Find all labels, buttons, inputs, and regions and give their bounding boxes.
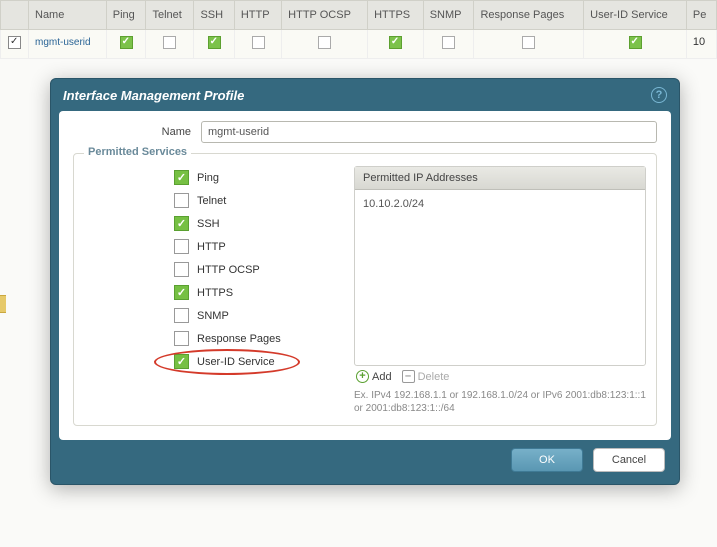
row-name-link[interactable]: mgmt-userid [35,37,91,48]
service-row-response_pages: Response Pages [174,331,344,346]
service-label-http_ocsp: HTTP OCSP [197,264,260,276]
cell-https [389,36,402,49]
service-label-ping: Ping [197,172,219,184]
col-response[interactable]: Response Pages [474,1,584,30]
cell-ping [120,36,133,49]
service-label-ssh: SSH [197,218,220,230]
ok-button[interactable]: OK [511,448,583,472]
col-https[interactable]: HTTPS [368,1,424,30]
ip-column: Permitted IP Addresses 10.10.2.0/24 + Ad… [354,166,646,415]
add-icon: + [356,370,369,383]
service-label-http: HTTP [197,241,226,253]
ip-list-body[interactable]: 10.10.2.0/24 [355,190,645,365]
col-ssh[interactable]: SSH [194,1,234,30]
table-header-row: Name Ping Telnet SSH HTTP HTTP OCSP HTTP… [1,1,717,30]
col-httpocsp[interactable]: HTTP OCSP [282,1,368,30]
service-row-snmp: SNMP [174,308,344,323]
add-ip-button[interactable]: + Add [356,370,392,383]
name-input[interactable] [201,121,657,143]
service-checkbox-snmp[interactable] [174,308,189,323]
help-icon[interactable]: ? [651,87,667,103]
dialog-header: Interface Management Profile ? [51,79,679,111]
delete-icon: – [402,370,415,383]
interface-management-profile-dialog: Interface Management Profile ? Name Perm… [50,78,680,485]
services-column: Ping Telnet SSH HTTP HTTP OCSP HTTPS SNMP Respo… [84,166,344,415]
name-label: Name [73,126,201,138]
service-row-telnet: Telnet [174,193,344,208]
left-edge-marker [0,295,6,313]
cell-httpocsp [318,36,331,49]
service-checkbox-ping[interactable] [174,170,189,185]
cell-http [252,36,265,49]
service-label-https: HTTPS [197,287,233,299]
service-checkbox-http_ocsp[interactable] [174,262,189,277]
service-checkbox-http[interactable] [174,239,189,254]
dialog-title: Interface Management Profile [63,88,244,103]
service-row-userid_service: User-ID Service [174,354,344,369]
col-name[interactable]: Name [29,1,107,30]
cell-response [522,36,535,49]
cell-telnet [163,36,176,49]
col-snmp[interactable]: SNMP [423,1,474,30]
delete-label: Delete [418,371,450,383]
cell-snmp [442,36,455,49]
delete-ip-button[interactable]: – Delete [402,370,450,383]
cancel-button[interactable]: Cancel [593,448,665,472]
row-select-checkbox[interactable] [8,36,21,49]
col-http[interactable]: HTTP [234,1,281,30]
service-row-http_ocsp: HTTP OCSP [174,262,344,277]
add-label: Add [372,371,392,383]
service-checkbox-response_pages[interactable] [174,331,189,346]
cell-userid [629,36,642,49]
permitted-ip-list[interactable]: Permitted IP Addresses 10.10.2.0/24 [354,166,646,366]
ip-hint-text: Ex. IPv4 192.168.1.1 or 192.168.1.0/24 o… [354,389,646,415]
permitted-services-fieldset: Permitted Services PingTelnetSSHHTTPHTTP… [73,153,657,426]
service-checkbox-telnet[interactable] [174,193,189,208]
fieldset-legend: Permitted Services [84,146,191,158]
service-checkbox-https[interactable] [174,285,189,300]
ip-list-header: Permitted IP Addresses [355,167,645,190]
table-row[interactable]: mgmt-userid 10 [1,30,717,59]
col-telnet[interactable]: Telnet [146,1,194,30]
service-checkbox-userid_service[interactable] [174,354,189,369]
cell-trail: 10 [686,30,716,59]
service-row-http: HTTP [174,239,344,254]
service-label-snmp: SNMP [197,310,229,322]
service-row-https: HTTPS [174,285,344,300]
service-checkbox-ssh[interactable] [174,216,189,231]
col-userid[interactable]: User-ID Service [584,1,687,30]
cell-ssh [208,36,221,49]
profiles-table: Name Ping Telnet SSH HTTP HTTP OCSP HTTP… [0,0,717,59]
service-row-ssh: SSH [174,216,344,231]
service-label-response_pages: Response Pages [197,333,281,345]
service-label-userid_service: User-ID Service [197,356,275,368]
service-label-telnet: Telnet [197,195,226,207]
col-select [1,1,29,30]
service-row-ping: Ping [174,170,344,185]
col-trail[interactable]: Pe [686,1,716,30]
ip-item[interactable]: 10.10.2.0/24 [363,196,637,212]
col-ping[interactable]: Ping [106,1,146,30]
